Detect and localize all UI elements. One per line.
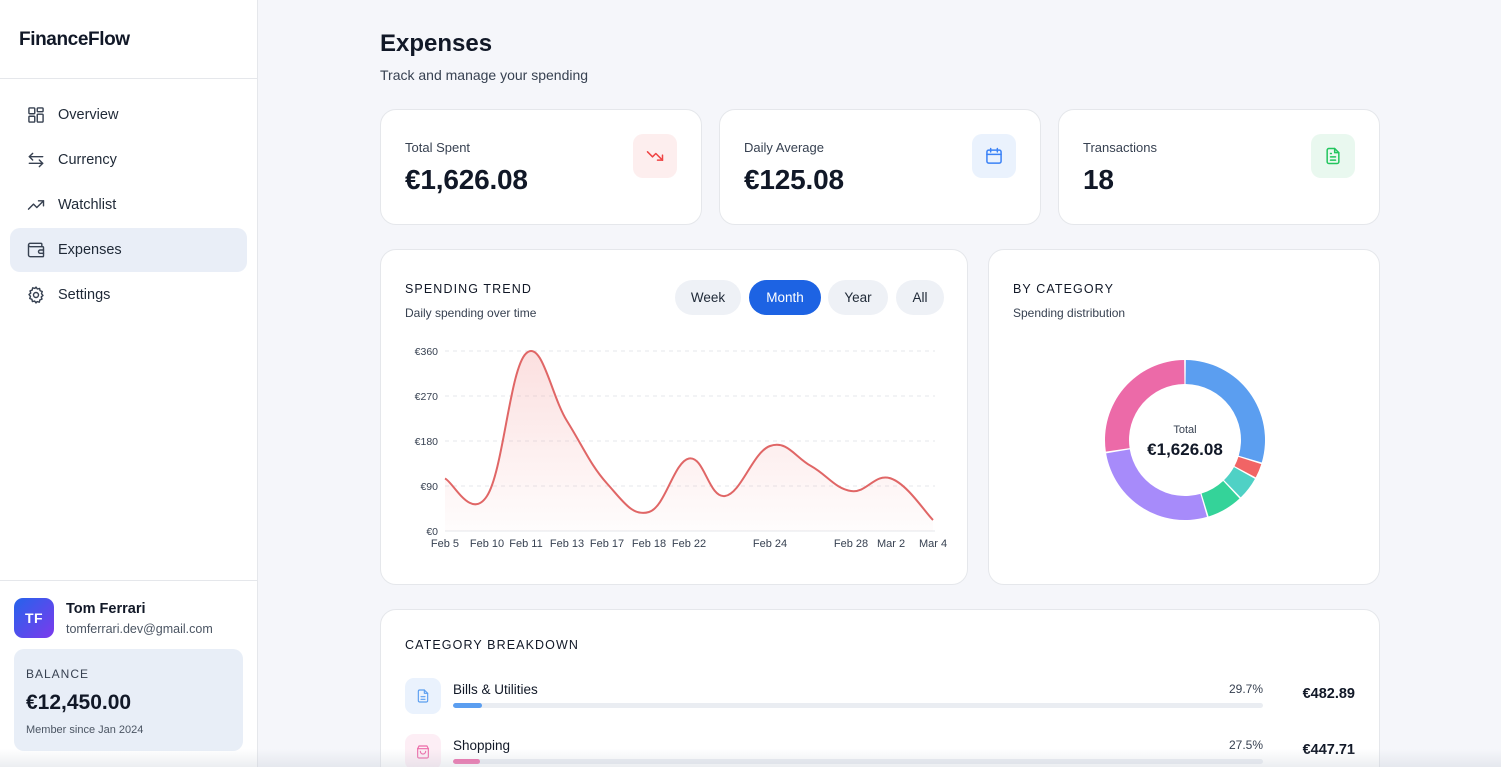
wallet-icon	[26, 240, 46, 260]
stat-value: 18	[1083, 164, 1114, 195]
range-week-button[interactable]: Week	[675, 280, 741, 315]
sidebar-item-overview[interactable]: Overview	[10, 93, 247, 137]
x-tick-label: Mar 2	[877, 538, 905, 550]
balance-card: BALANCE €12,450.00 Member since Jan 2024	[14, 649, 243, 751]
document-icon	[405, 678, 441, 714]
stat-label: Total Spent	[405, 140, 471, 155]
section-title: CATEGORY BREAKDOWN	[405, 638, 579, 652]
sidebar-item-label: Currency	[58, 152, 117, 168]
y-tick-label: €360	[415, 346, 439, 358]
y-tick-label: €90	[420, 481, 438, 493]
avatar: TF	[14, 598, 54, 638]
app-logo[interactable]: FinanceFlow	[0, 0, 257, 79]
category-percent: 27.5%	[1228, 738, 1263, 752]
list-item[interactable]: Shopping 27.5% €447.71	[405, 734, 1355, 767]
donut-center-label: Total	[1173, 424, 1196, 436]
category-progress-fill	[453, 759, 480, 764]
y-tick-label: €0	[426, 526, 438, 538]
x-tick-label: Feb 17	[590, 538, 624, 550]
document-icon	[1311, 134, 1355, 178]
sidebar-item-expenses[interactable]: Expenses	[10, 228, 247, 272]
range-month-button[interactable]: Month	[749, 280, 821, 315]
category-amount: €482.89	[1302, 686, 1355, 702]
list-item[interactable]: Bills & Utilities 29.7% €482.89	[405, 678, 1355, 718]
balance-label: BALANCE	[26, 667, 90, 681]
grid-icon	[26, 105, 46, 125]
page-title: Expenses	[380, 30, 493, 57]
spending-trend-card: SPENDING TREND Daily spending over time …	[380, 249, 968, 585]
donut-slice[interactable]	[1106, 449, 1207, 520]
spending-trend-chart: €0 €90 €180 €270 €360 Feb 5 Feb 10 Feb 11 Feb 1…	[415, 346, 947, 550]
sidebar-item-label: Overview	[58, 107, 119, 123]
category-progress-bar	[453, 703, 1263, 708]
range-year-button[interactable]: Year	[828, 280, 888, 315]
category-percent: 29.7%	[1228, 682, 1263, 696]
stat-label: Daily Average	[744, 140, 824, 155]
stat-card-daily-average: Daily Average €125.08	[719, 109, 1041, 225]
sidebar-item-label: Settings	[58, 287, 111, 303]
x-tick-label: Feb 5	[431, 538, 459, 550]
x-tick-label: Feb 24	[753, 538, 787, 550]
user-name: Tom Ferrari	[66, 600, 146, 617]
sidebar-item-label: Watchlist	[58, 197, 117, 213]
x-tick-label: Feb 10	[470, 538, 504, 550]
category-name: Bills & Utilities	[453, 682, 538, 697]
range-all-button[interactable]: All	[896, 280, 944, 315]
stat-card-transactions: Transactions 18	[1058, 109, 1380, 225]
trending-down-icon	[633, 134, 677, 178]
page-subtitle: Track and manage your spending	[380, 67, 589, 83]
arrows-swap-icon	[26, 150, 46, 170]
x-tick-label: Feb 22	[672, 538, 706, 550]
donut-slice[interactable]	[1105, 360, 1185, 452]
y-tick-label: €180	[415, 436, 439, 448]
sidebar: FinanceFlow Overview Currency Watchlist …	[0, 0, 258, 767]
category-amount: €447.71	[1302, 742, 1355, 758]
x-tick-label: Feb 11	[509, 538, 542, 550]
category-progress-bar	[453, 759, 1263, 764]
user-profile[interactable]: TF Tom Ferrari tomferrari.dev@gmail.com	[14, 598, 243, 638]
x-tick-label: Feb 28	[834, 538, 868, 550]
shopping-bag-icon	[405, 734, 441, 767]
stat-value: €125.08	[744, 164, 844, 195]
stat-label: Transactions	[1083, 140, 1157, 155]
category-breakdown-card: CATEGORY BREAKDOWN Bills & Utilities 29.…	[380, 609, 1380, 767]
section-subtitle: Daily spending over time	[405, 306, 537, 320]
trending-up-icon	[26, 195, 46, 215]
sidebar-item-watchlist[interactable]: Watchlist	[10, 183, 247, 227]
by-category-card: BY CATEGORY Spending distribution Total …	[988, 249, 1380, 585]
x-tick-label: Feb 18	[632, 538, 666, 550]
member-since: Member since Jan 2024	[26, 724, 144, 736]
x-tick-label: Mar 4	[919, 538, 947, 550]
sidebar-item-settings[interactable]: Settings	[10, 273, 247, 317]
sidebar-item-label: Expenses	[58, 242, 122, 258]
stat-value: €1,626.08	[405, 164, 528, 195]
category-name: Shopping	[453, 738, 511, 753]
section-title: SPENDING TREND	[405, 282, 532, 296]
donut-center-value: €1,626.08	[1147, 440, 1223, 459]
category-progress-fill	[453, 703, 482, 708]
user-email: tomferrari.dev@gmail.com	[66, 621, 213, 636]
sidebar-footer: TF Tom Ferrari tomferrari.dev@gmail.com …	[0, 580, 257, 751]
y-tick-label: €270	[415, 391, 439, 403]
sidebar-nav: Overview Currency Watchlist Expenses Set…	[0, 79, 257, 317]
gear-icon	[26, 285, 46, 305]
category-donut-chart: Total €1,626.08	[1105, 360, 1265, 520]
x-tick-label: Feb 13	[550, 538, 584, 550]
stat-card-total-spent: Total Spent €1,626.08	[380, 109, 702, 225]
balance-value: €12,450.00	[26, 691, 132, 714]
sidebar-item-currency[interactable]: Currency	[10, 138, 247, 182]
calendar-icon	[972, 134, 1016, 178]
